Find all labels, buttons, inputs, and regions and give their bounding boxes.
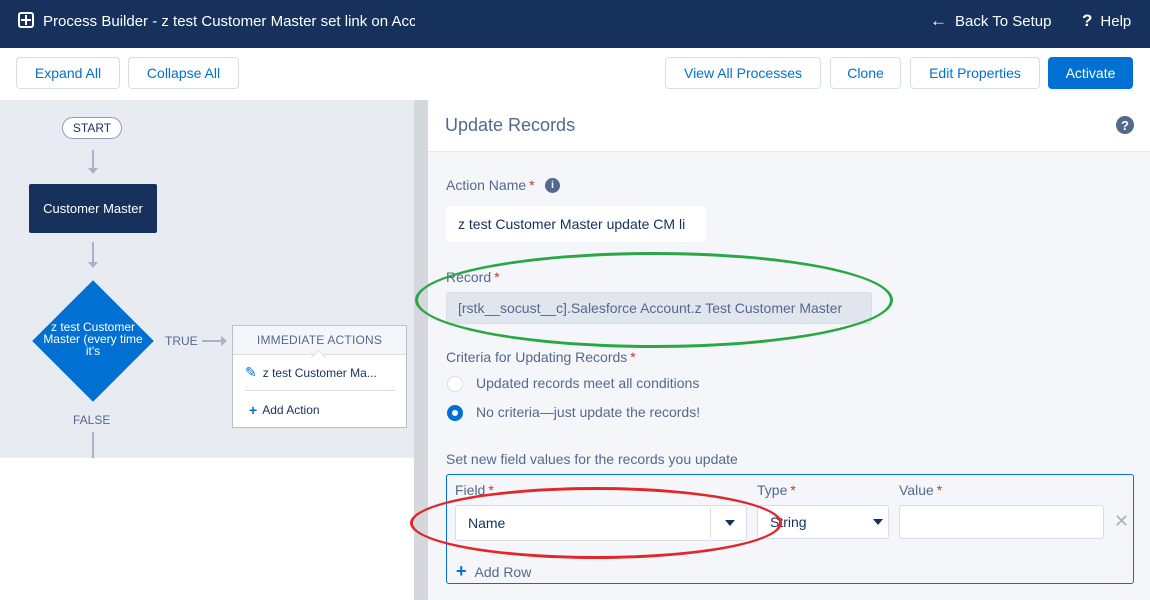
question-circle-icon[interactable]: ? bbox=[1116, 116, 1134, 134]
required-mark: * bbox=[936, 482, 943, 498]
back-to-setup-link[interactable]: ← Back To Setup bbox=[930, 11, 1051, 31]
plus-icon: + bbox=[249, 402, 258, 418]
connector-arrow bbox=[88, 168, 98, 174]
add-row-label: Add Row bbox=[474, 563, 532, 580]
process-builder-app-icon bbox=[18, 12, 34, 28]
activate-button[interactable]: Activate bbox=[1048, 57, 1133, 89]
action-name-label: Action Name * bbox=[446, 177, 535, 193]
plus-icon: + bbox=[456, 561, 467, 581]
required-mark: * bbox=[630, 349, 636, 365]
edit-properties-button[interactable]: Edit Properties bbox=[910, 57, 1040, 89]
start-node: START bbox=[62, 117, 122, 139]
back-to-setup-label: Back To Setup bbox=[955, 12, 1052, 30]
info-icon[interactable]: i bbox=[545, 178, 560, 193]
close-icon[interactable]: ✕ bbox=[1114, 512, 1129, 530]
action-item-label: z test Customer Ma... bbox=[262, 365, 377, 380]
criteria-radio-no-criteria[interactable] bbox=[447, 405, 463, 421]
immediate-actions-box: IMMEDIATE ACTIONS ✎ z test Customer Ma..… bbox=[232, 325, 407, 428]
help-label: Help bbox=[1100, 12, 1132, 30]
divider bbox=[245, 390, 395, 391]
object-node[interactable]: Customer Master bbox=[29, 184, 157, 233]
required-mark: * bbox=[529, 177, 535, 193]
connector-line bbox=[92, 432, 94, 458]
pencil-icon: ✎ bbox=[245, 364, 257, 380]
connector-arrow bbox=[88, 262, 98, 268]
panel-title: Update Records bbox=[445, 115, 576, 135]
true-connector-line bbox=[202, 340, 222, 342]
arrow-left-icon: ← bbox=[930, 11, 947, 30]
connector-line bbox=[92, 150, 94, 168]
criteria-option-conditions-label: Updated records meet all conditions bbox=[476, 375, 700, 391]
value-column-label: Value * bbox=[899, 482, 942, 498]
value-input[interactable] bbox=[899, 505, 1104, 539]
field-values-label: Set new field values for the records you… bbox=[446, 451, 738, 467]
required-mark: * bbox=[790, 482, 796, 498]
add-row-button[interactable]: + Add Row bbox=[456, 561, 531, 582]
chevron-down-icon[interactable] bbox=[873, 519, 883, 525]
question-icon: ? bbox=[1082, 11, 1093, 30]
criteria-label: Criteria for Updating Records * bbox=[446, 349, 636, 365]
toolbar: Expand All Collapse All View All Process… bbox=[0, 48, 1150, 101]
criteria-radio-conditions[interactable] bbox=[447, 376, 463, 392]
criteria-node-label: z test Customer Master (every time it's bbox=[43, 320, 143, 358]
clone-button[interactable]: Clone bbox=[830, 57, 901, 89]
true-branch-label: TRUE bbox=[165, 334, 198, 348]
false-branch-label: FALSE bbox=[73, 413, 111, 427]
app-title: Process Builder - z test Customer Master… bbox=[43, 13, 415, 30]
action-name-input[interactable]: z test Customer Master update CM li bbox=[446, 206, 706, 242]
view-all-processes-button[interactable]: View All Processes bbox=[665, 57, 821, 89]
type-column-label: Type * bbox=[757, 482, 796, 498]
annotation-ellipse-red bbox=[410, 487, 782, 559]
add-action-label: Add Action bbox=[262, 403, 320, 417]
expand-all-button[interactable]: Expand All bbox=[16, 57, 120, 89]
collapse-all-button[interactable]: Collapse All bbox=[128, 57, 239, 89]
action-item[interactable]: ✎ z test Customer Ma... bbox=[245, 364, 397, 381]
top-bar: Process Builder - z test Customer Master… bbox=[0, 0, 1150, 48]
annotation-ellipse-green bbox=[415, 252, 893, 348]
type-column-text: Type bbox=[757, 482, 788, 498]
action-name-label-text: Action Name bbox=[446, 177, 527, 193]
help-link[interactable]: ? Help bbox=[1082, 11, 1131, 31]
criteria-label-text: Criteria for Updating Records bbox=[446, 349, 628, 365]
add-action-button[interactable]: + Add Action bbox=[249, 402, 320, 418]
true-connector-arrow bbox=[221, 336, 227, 346]
connector-line bbox=[92, 242, 94, 262]
criteria-option-no-criteria-label: No criteria—just update the records! bbox=[476, 404, 701, 420]
value-column-text: Value bbox=[899, 482, 934, 498]
